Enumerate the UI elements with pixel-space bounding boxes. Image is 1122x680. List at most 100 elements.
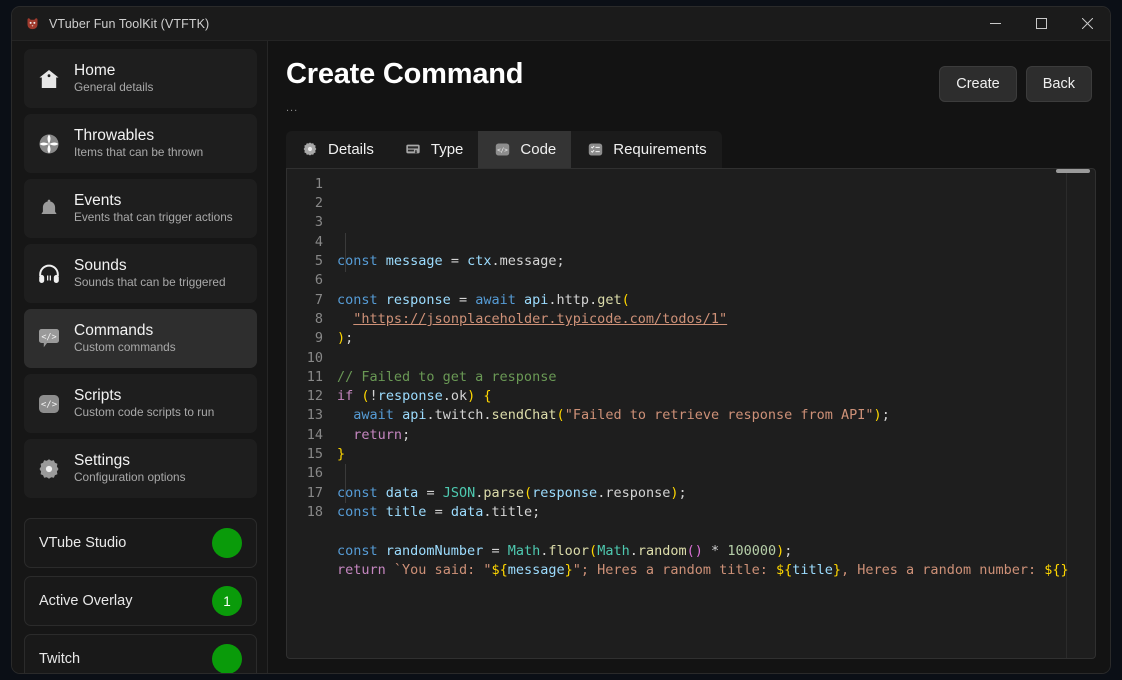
line-number: 11	[287, 368, 334, 387]
tab-code[interactable]: </> Code	[478, 131, 571, 168]
page-header: Create Command ... Create Back	[286, 59, 1096, 114]
app-window: VTuber Fun ToolKit (VTFTK) Home General …	[11, 6, 1111, 674]
sidebar-item-commands[interactable]: </> Commands Custom commands	[24, 309, 257, 368]
sidebar-item-label: Throwables	[74, 127, 203, 145]
code-line: const data = JSON.parse(response.respons…	[337, 484, 1095, 503]
indent-guide	[345, 233, 346, 272]
code-line: return `You said: "${message}"; Heres a …	[337, 561, 1095, 580]
status-indicator-dot	[212, 528, 242, 558]
sidebar: Home General details Throwables	[12, 41, 268, 673]
window-title: VTuber Fun ToolKit (VTFTK)	[49, 17, 209, 31]
back-button[interactable]: Back	[1026, 66, 1092, 102]
editor-horizontal-scrollbar[interactable]	[1056, 169, 1090, 173]
maximize-icon[interactable]	[1018, 7, 1064, 40]
svg-text:</>: </>	[497, 147, 508, 154]
sidebar-item-home[interactable]: Home General details	[24, 49, 257, 108]
status-indicator-dot	[212, 644, 242, 673]
code-editor[interactable]: 1 2 3 4 5 6 7 8 9 10 11 12 13 14 15 16 1	[286, 168, 1096, 659]
sidebar-item-label: Sounds	[74, 257, 226, 275]
chat-code-icon: </>	[36, 326, 62, 352]
line-number: 4	[287, 233, 334, 252]
status-indicator-dot: 1	[212, 586, 242, 616]
tab-label: Requirements	[613, 141, 706, 158]
tab-label: Type	[431, 141, 464, 158]
line-number: 17	[287, 484, 334, 503]
create-button[interactable]: Create	[939, 66, 1017, 102]
sidebar-item-label: Settings	[74, 452, 186, 470]
svg-text:</>: </>	[41, 400, 58, 410]
code-line: const title = data.title;	[337, 503, 1095, 522]
ball-icon	[36, 131, 62, 157]
line-number: 1	[287, 175, 334, 194]
page-header-actions: Create Back	[939, 59, 1096, 102]
page-subtitle: ...	[286, 102, 939, 114]
sidebar-item-events[interactable]: Events Events that can trigger actions	[24, 179, 257, 238]
sidebar-item-settings[interactable]: Settings Configuration options	[24, 439, 257, 498]
tab-bar: Details Type	[286, 131, 722, 168]
line-number: 7	[287, 291, 334, 310]
sidebar-item-sounds[interactable]: Sounds Sounds that can be triggered	[24, 244, 257, 303]
sidebar-item-scripts[interactable]: </> Scripts Custom code scripts to run	[24, 374, 257, 433]
line-number: 9	[287, 329, 334, 348]
line-number: 14	[287, 426, 334, 445]
status-label: Active Overlay	[39, 593, 132, 609]
sidebar-item-sublabel: Items that can be thrown	[74, 146, 203, 160]
tab-label: Details	[328, 141, 374, 158]
line-number: 13	[287, 406, 334, 425]
line-number: 6	[287, 271, 334, 290]
headphones-icon	[36, 261, 62, 287]
editor-code-text[interactable]: const message = ctx.message; const respo…	[334, 169, 1095, 658]
code-line	[337, 580, 1095, 599]
code-line: "https://jsonplaceholder.typicode.com/to…	[337, 310, 1095, 329]
svg-text:</>: </>	[41, 332, 56, 342]
checklist-icon	[586, 140, 604, 158]
code-line: if (!response.ok) {	[337, 387, 1095, 406]
main-content: Create Command ... Create Back	[268, 41, 1110, 673]
window-titlebar: VTuber Fun ToolKit (VTFTK)	[12, 7, 1110, 41]
indent-guide	[345, 464, 346, 503]
sidebar-item-label: Home	[74, 62, 153, 80]
code-line	[337, 349, 1095, 368]
status-item-twitch[interactable]: Twitch	[24, 634, 257, 673]
sidebar-divider	[24, 504, 257, 510]
sidebar-item-sublabel: General details	[74, 81, 153, 95]
tab-label: Code	[520, 141, 556, 158]
code-line: return;	[337, 426, 1095, 445]
tab-requirements[interactable]: Requirements	[571, 131, 721, 168]
minimize-icon[interactable]	[972, 7, 1018, 40]
tab-type[interactable]: Type	[389, 131, 479, 168]
tab-details[interactable]: Details	[286, 131, 389, 168]
status-item-active-overlay[interactable]: Active Overlay 1	[24, 576, 257, 626]
line-number: 3	[287, 213, 334, 232]
line-number: 5	[287, 252, 334, 271]
sidebar-item-label: Events	[74, 192, 233, 210]
sidebar-item-throwables[interactable]: Throwables Items that can be thrown	[24, 114, 257, 173]
vtftk-logo-icon	[24, 16, 40, 32]
code-line	[337, 522, 1095, 541]
sidebar-item-sublabel: Custom commands	[74, 341, 176, 355]
status-item-vtube-studio[interactable]: VTube Studio	[24, 518, 257, 568]
code-line: }	[337, 445, 1095, 464]
line-number: 8	[287, 310, 334, 329]
home-icon	[36, 66, 62, 92]
code-line: );	[337, 329, 1095, 348]
sidebar-item-sublabel: Custom code scripts to run	[74, 406, 214, 420]
bell-icon	[36, 196, 62, 222]
code-line	[337, 464, 1095, 483]
window-body: Home General details Throwables	[12, 41, 1110, 673]
code-line: const randomNumber = Math.floor(Math.ran…	[337, 542, 1095, 561]
code-line: const message = ctx.message;	[337, 252, 1095, 271]
code-line	[337, 271, 1095, 290]
keyboard-icon	[404, 140, 422, 158]
editor-line-numbers: 1 2 3 4 5 6 7 8 9 10 11 12 13 14 15 16 1	[287, 169, 334, 658]
code-icon: </>	[36, 391, 62, 417]
page-title: Create Command	[286, 59, 939, 91]
gear-icon	[301, 140, 319, 158]
sidebar-item-sublabel: Sounds that can be triggered	[74, 276, 226, 290]
close-icon[interactable]	[1064, 7, 1110, 40]
sidebar-item-label: Scripts	[74, 387, 214, 405]
line-number: 12	[287, 387, 334, 406]
page-header-text: Create Command ...	[286, 59, 939, 114]
status-label: Twitch	[39, 651, 80, 667]
line-number: 18	[287, 503, 334, 522]
